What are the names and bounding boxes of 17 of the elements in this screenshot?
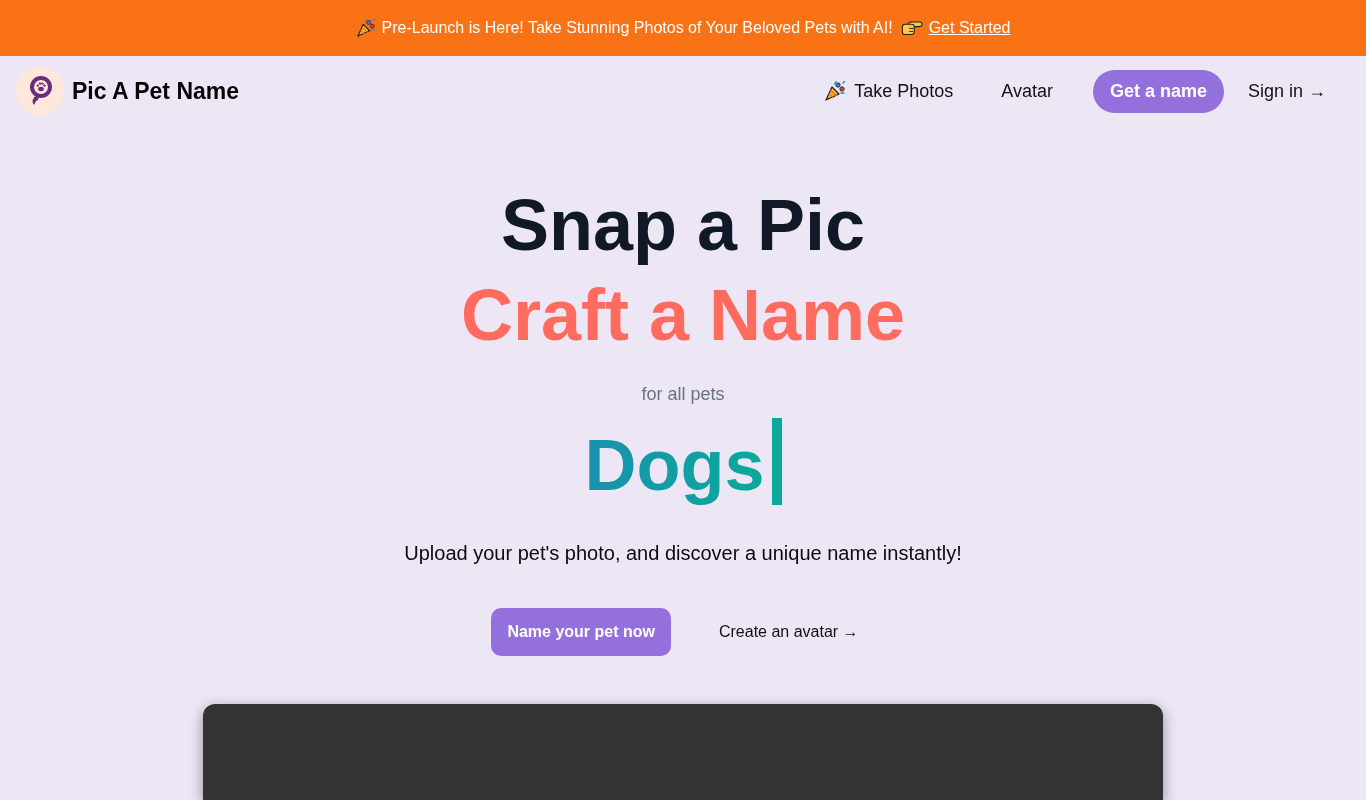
brand-name[interactable]: Pic A Pet Name xyxy=(72,77,240,105)
pointing-hand-icon xyxy=(900,20,923,36)
party-popper-icon xyxy=(355,18,376,38)
nav-button[interactable]: Get a name xyxy=(1092,69,1224,113)
nav-link[interactable]: Sign in → xyxy=(1223,72,1350,110)
nav-link[interactable]: Avatar xyxy=(977,72,1077,110)
tagline: for all pets xyxy=(641,383,725,406)
primary-button[interactable]: Name your pet now xyxy=(491,608,671,656)
hero-title: Craft a Name xyxy=(460,274,906,357)
hero-title: Snap a Pic xyxy=(500,184,866,267)
description: Upload your pet's photo, and discover a unique name instantly! xyxy=(404,541,962,566)
nav-link[interactable]: Take Photos xyxy=(800,72,978,110)
text-cursor-icon xyxy=(771,418,782,505)
party-popper-icon xyxy=(824,80,847,102)
avatar-link[interactable]: Create an avatar → xyxy=(702,619,875,645)
logo-icon xyxy=(16,67,64,115)
announcement-text: Pre-Launch is Here! Take Stunning Photos of Your Beloved Pets with AI! xyxy=(381,19,893,37)
